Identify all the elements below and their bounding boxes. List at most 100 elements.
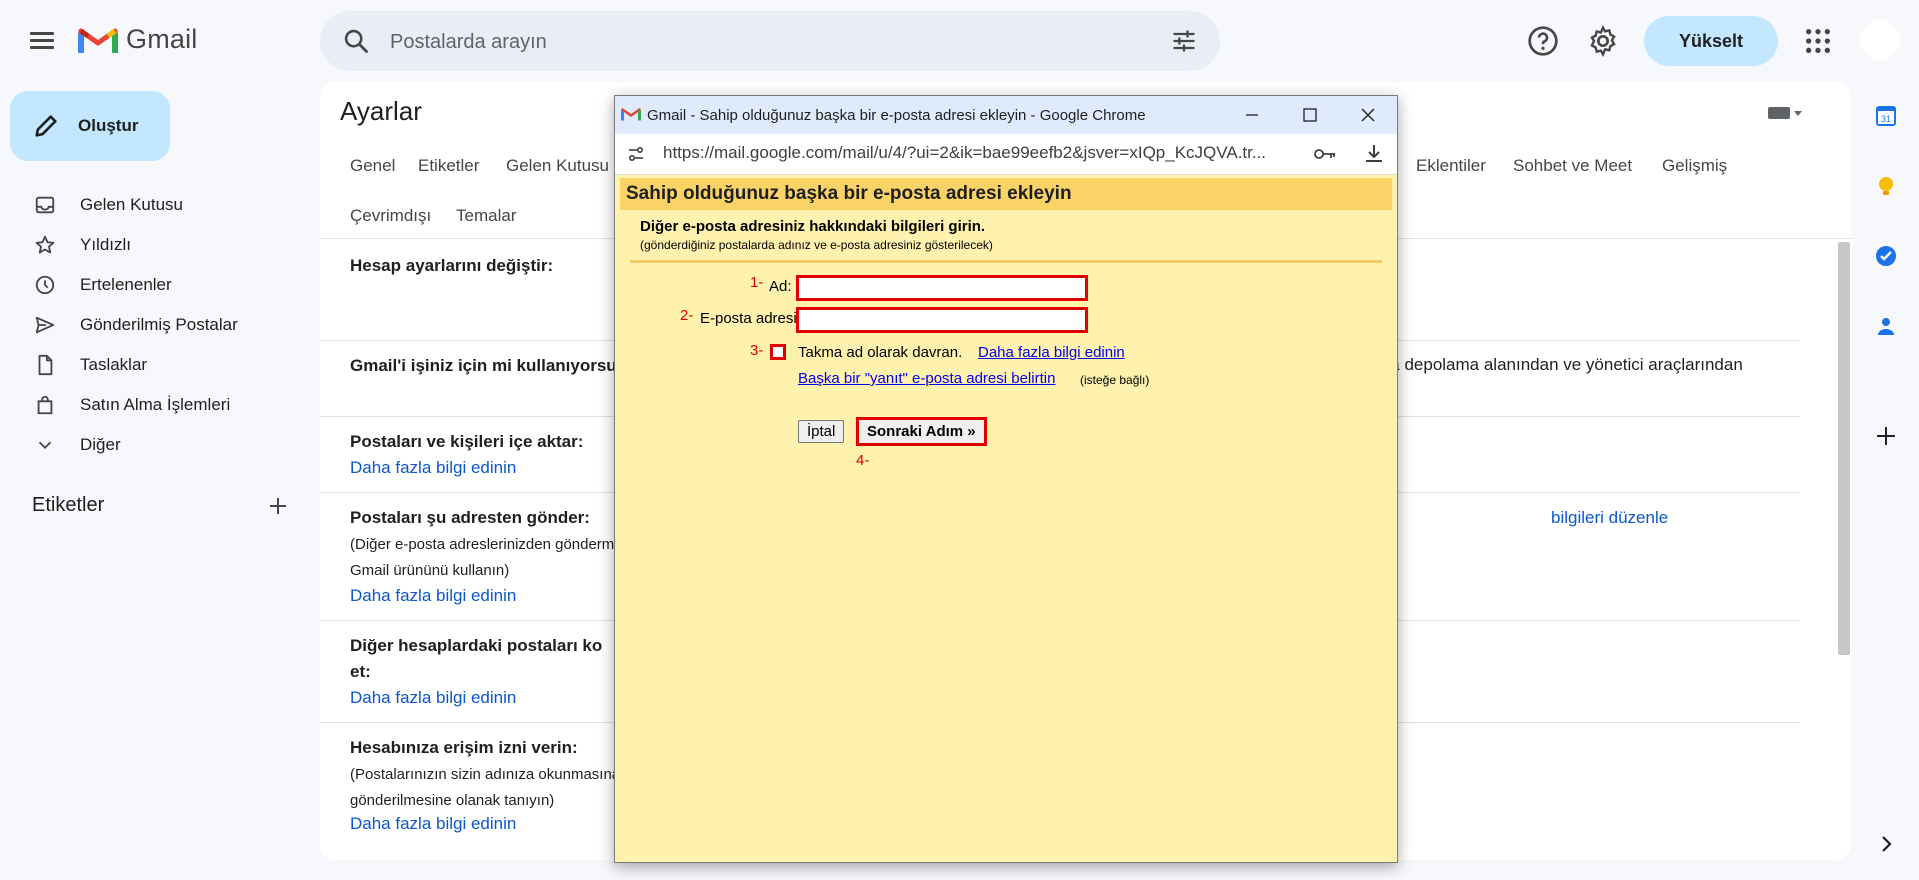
shopping-bag-icon bbox=[37, 395, 53, 415]
tab-chat-meet[interactable]: Sohbet ve Meet bbox=[1513, 156, 1632, 176]
gmail-m-icon bbox=[621, 108, 641, 121]
section-sendas-sub1: (Diğer e-posta adreslerinizden gönderm bbox=[350, 536, 615, 553]
search-bar[interactable] bbox=[320, 11, 1220, 71]
alias-learn-more-link[interactable]: Daha fazla bilgi edinin bbox=[978, 344, 1125, 361]
tab-advanced[interactable]: Gelişmiş bbox=[1662, 156, 1727, 176]
section-sendas-sub2: Gmail ürününü kullanın) bbox=[350, 562, 510, 579]
key-icon[interactable] bbox=[1313, 145, 1337, 163]
settings-gear-icon[interactable] bbox=[1587, 25, 1619, 57]
scrollbar[interactable] bbox=[1838, 242, 1850, 655]
sidebar-item-label: Taslaklar bbox=[80, 355, 148, 374]
section-check-title: Diğer hesaplardaki postaları ko bbox=[350, 636, 603, 655]
maximize-icon[interactable] bbox=[1303, 108, 1317, 122]
compose-button[interactable]: Oluştur bbox=[10, 91, 170, 161]
sidebar-nav: Gelen Kutusu Yıldızlı Ertelenenler Gönde… bbox=[0, 185, 300, 465]
alias-checkbox[interactable] bbox=[770, 344, 786, 360]
popup-body: Diğer e-posta adresiniz hakkındaki bilgi… bbox=[620, 210, 1392, 856]
svg-text:31: 31 bbox=[1881, 114, 1891, 124]
popup-instruction-sub: (gönderdiğiniz postalarda adınız ve e-po… bbox=[640, 238, 993, 252]
search-icon[interactable] bbox=[342, 27, 370, 55]
tab-inbox[interactable]: Gelen Kutusu bbox=[506, 156, 609, 176]
email-field[interactable] bbox=[796, 307, 1088, 333]
popup-divider bbox=[630, 260, 1382, 263]
optional-note: (isteğe bağlı) bbox=[1080, 373, 1150, 387]
sidebar-item-drafts[interactable]: Taslaklar bbox=[0, 345, 300, 385]
sidebar-item-more[interactable]: Diğer bbox=[0, 425, 300, 465]
popup-address-bar[interactable]: https://mail.google.com/mail/u/4/?ui=2&i… bbox=[615, 134, 1397, 175]
sidebar-item-label: Satın Alma İşlemleri bbox=[80, 395, 231, 414]
tasks-icon[interactable] bbox=[1874, 244, 1898, 268]
tab-offline[interactable]: Çevrimdışı bbox=[350, 206, 431, 226]
page-title: Ayarlar bbox=[340, 96, 422, 126]
check-learn-more-link[interactable]: Daha fazla bilgi edinin bbox=[350, 688, 516, 708]
sidebar-item-sent[interactable]: Gönderilmiş Postalar bbox=[0, 305, 300, 345]
chevron-right-icon[interactable] bbox=[1874, 832, 1898, 856]
sidebar-item-label: Gönderilmiş Postalar bbox=[80, 315, 238, 334]
menu-line bbox=[30, 46, 54, 49]
sendas-learn-more-link[interactable]: Daha fazla bilgi edinin bbox=[350, 586, 516, 606]
next-step-button[interactable]: Sonraki Adım » bbox=[856, 417, 987, 446]
upgrade-button[interactable]: Yükselt bbox=[1644, 16, 1778, 66]
edit-info-link[interactable]: bilgileri düzenle bbox=[1551, 508, 1668, 528]
gmail-logo[interactable]: Gmail bbox=[78, 24, 198, 55]
add-app-icon[interactable] bbox=[1874, 424, 1898, 448]
star-icon bbox=[35, 235, 55, 254]
sidebar-item-label: Yıldızlı bbox=[80, 235, 132, 254]
section-grant-sub1: (Postalarınızın sizin adınıza okunmasına bbox=[350, 766, 621, 783]
labels-heading: Etiketler bbox=[32, 494, 105, 516]
popup-instruction: Diğer e-posta adresiniz hakkındaki bilgi… bbox=[640, 218, 986, 235]
sidebar-item-inbox[interactable]: Gelen Kutusu bbox=[0, 185, 300, 225]
help-icon[interactable] bbox=[1527, 25, 1559, 57]
add-label-icon[interactable] bbox=[268, 496, 288, 516]
sidebar-item-purchases[interactable]: Satın Alma İşlemleri bbox=[0, 385, 300, 425]
search-input[interactable] bbox=[388, 25, 1092, 59]
app-name: Gmail bbox=[126, 24, 198, 54]
grant-learn-more-link[interactable]: Daha fazla bilgi edinin bbox=[350, 814, 516, 834]
apps-grid-icon[interactable] bbox=[1802, 25, 1834, 57]
alias-text: Takma ad olarak davran. bbox=[798, 344, 963, 361]
step-4-marker: 4- bbox=[856, 452, 870, 469]
name-label: Ad: bbox=[769, 278, 792, 295]
search-options-icon[interactable] bbox=[1170, 27, 1198, 55]
section-check-title-cont: et: bbox=[350, 662, 371, 681]
reply-to-link[interactable]: Başka bir "yanıt" e-posta adresi belirti… bbox=[798, 370, 1055, 387]
pencil-icon bbox=[35, 115, 57, 137]
keyboard-icon[interactable] bbox=[1767, 104, 1803, 122]
tab-labels[interactable]: Etiketler bbox=[418, 156, 479, 176]
tab-themes[interactable]: Temalar bbox=[456, 206, 516, 226]
compose-label: Oluştur bbox=[78, 116, 139, 135]
clock-icon bbox=[35, 275, 55, 295]
main-menu-button[interactable] bbox=[28, 28, 56, 56]
send-icon bbox=[35, 316, 55, 334]
gmail-m-icon bbox=[78, 28, 118, 53]
import-learn-more-link[interactable]: Daha fazla bilgi edinin bbox=[350, 458, 516, 478]
download-icon[interactable] bbox=[1363, 143, 1385, 165]
sidebar-item-snoozed[interactable]: Ertelenenler bbox=[0, 265, 300, 305]
inbox-icon bbox=[35, 196, 55, 214]
menu-line bbox=[30, 32, 54, 35]
calendar-icon[interactable]: 31 bbox=[1874, 104, 1898, 128]
section-account-title: Hesap ayarlarını değiştir: bbox=[350, 256, 554, 275]
account-avatar[interactable] bbox=[1860, 20, 1900, 60]
popup-window-title: Gmail - Sahip olduğunuz başka bir e-post… bbox=[647, 107, 1146, 124]
popup-title-bar: Gmail - Sahip olduğunuz başka bir e-post… bbox=[615, 96, 1397, 134]
step-1-marker: 1- bbox=[750, 274, 764, 291]
contacts-icon[interactable] bbox=[1874, 314, 1898, 338]
keep-icon[interactable] bbox=[1874, 174, 1898, 198]
email-label: E-posta adresi: bbox=[700, 310, 801, 327]
section-import-title: Postaları ve kişileri içe aktar: bbox=[350, 432, 584, 451]
section-grant-title: Hesabınıza erişim izni verin: bbox=[350, 738, 578, 757]
cancel-button[interactable]: İptal bbox=[798, 420, 845, 443]
minimize-icon[interactable] bbox=[1245, 108, 1259, 122]
popup-heading: Sahip olduğunuz başka bir e-posta adresi… bbox=[626, 183, 1072, 204]
site-settings-icon[interactable] bbox=[627, 145, 645, 163]
sidebar-item-label: Gelen Kutusu bbox=[80, 195, 184, 214]
sidebar-item-label: Ertelenenler bbox=[80, 275, 172, 294]
tab-addons[interactable]: Eklentiler bbox=[1416, 156, 1486, 176]
popup-url[interactable]: https://mail.google.com/mail/u/4/?ui=2&i… bbox=[663, 143, 1303, 163]
tab-general[interactable]: Genel bbox=[350, 156, 395, 176]
step-2-marker: 2- bbox=[680, 307, 694, 324]
sidebar-item-starred[interactable]: Yıldızlı bbox=[0, 225, 300, 265]
close-icon[interactable] bbox=[1361, 108, 1375, 122]
name-field[interactable] bbox=[796, 275, 1088, 301]
